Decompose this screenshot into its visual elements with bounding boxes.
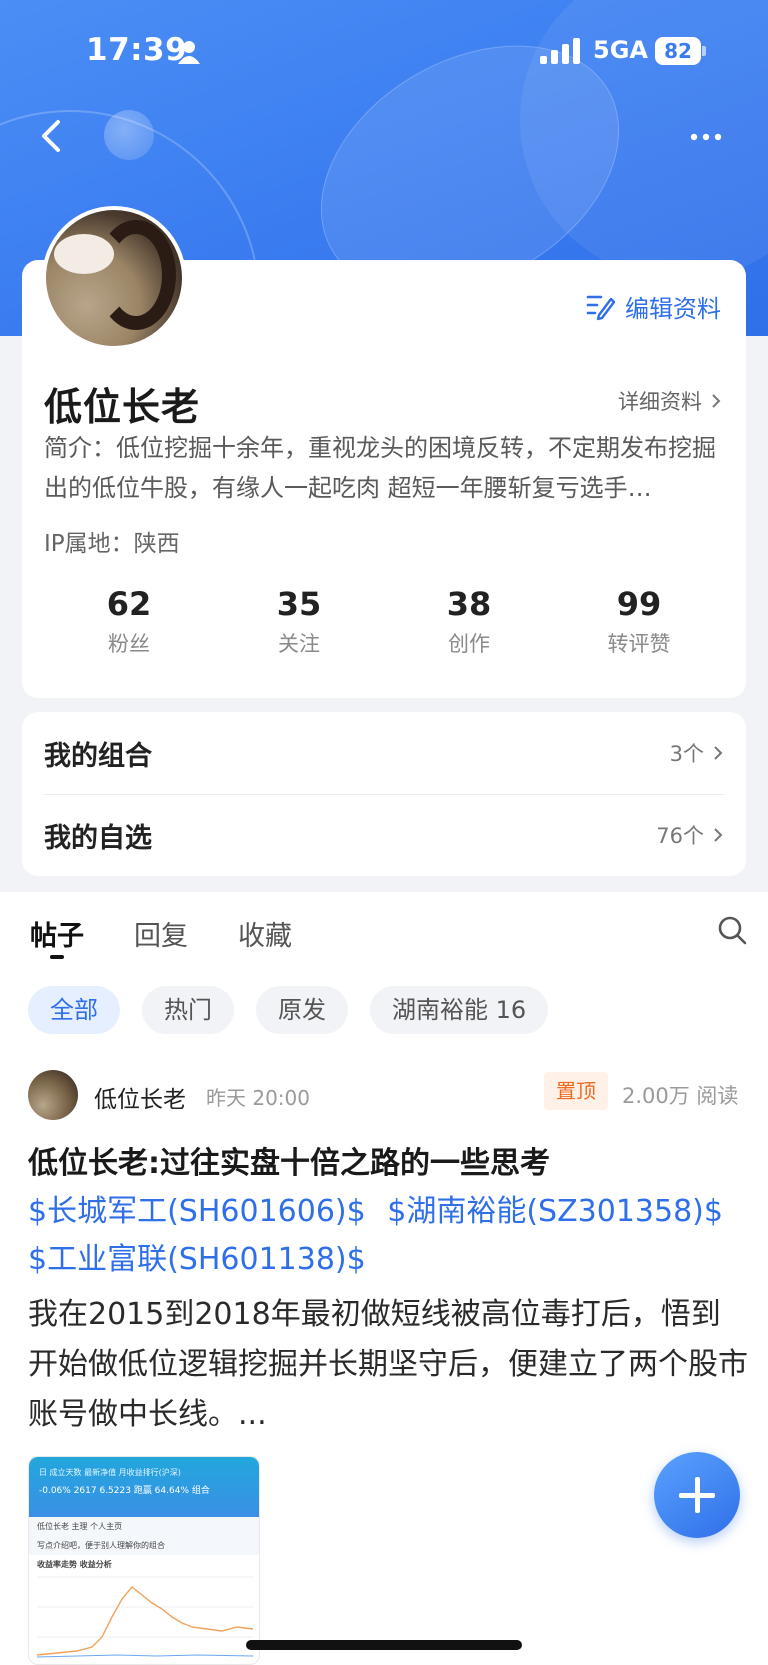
detail-info-link[interactable]: 详细资料 [618, 386, 722, 416]
tab-active-indicator [50, 955, 64, 959]
tab-favorites[interactable]: 收藏 [238, 914, 292, 953]
list-row-portfolio[interactable]: 我的组合 3个 [44, 712, 724, 794]
battery-tip [702, 46, 706, 56]
post-image-thumbnail[interactable]: 日 成立天数 最新净值 月收益排行(沪深) -0.06% 2617 6.5223… [28, 1456, 260, 1665]
stock-link[interactable]: $长城军工(SH601606)$ [28, 1194, 366, 1229]
stat-fans[interactable]: 62 粉丝 [44, 582, 214, 658]
my-lists-card: 我的组合 3个 我的自选 76个 [22, 712, 746, 876]
detail-info-label: 详细资料 [618, 390, 702, 414]
chip-original[interactable]: 原发 [256, 986, 348, 1034]
post-time: 昨天 20:00 [206, 1086, 310, 1110]
chip-all[interactable]: 全部 [28, 986, 120, 1034]
stat-value: 35 [276, 585, 322, 623]
list-row-watchlist[interactable]: 我的自选 76个 [44, 794, 724, 876]
list-row-count: 76个 [656, 824, 704, 848]
thumb-header-labels: 日 成立天数 最新净值 月收益排行(沪深) [39, 1468, 181, 1477]
list-row-title: 我的自选 [44, 822, 152, 854]
chevron-right-icon [714, 746, 723, 760]
ip-location: IP属地：陕西 [44, 531, 180, 557]
avatar[interactable] [42, 206, 186, 350]
edit-profile-label: 编辑资料 [625, 294, 721, 323]
person-icon [178, 41, 200, 64]
network-type: 5GA [593, 36, 648, 64]
edit-profile-button[interactable]: 编辑资料 [585, 289, 721, 323]
list-row-count: 3个 [669, 742, 704, 766]
status-bar: 17:39 5GA 82 [0, 0, 768, 100]
stat-creations[interactable]: 38 创作 [384, 582, 554, 658]
stat-value: 99 [616, 585, 662, 623]
stat-value: 38 [446, 585, 492, 623]
tab-replies[interactable]: 回复 [134, 914, 188, 953]
tab-posts[interactable]: 帖子 [30, 914, 84, 953]
stat-likes[interactable]: 99 转评赞 [554, 582, 724, 658]
stat-label: 关注 [278, 632, 320, 656]
add-post-button[interactable] [654, 1452, 740, 1538]
stat-label: 转评赞 [607, 632, 671, 656]
post-author[interactable]: 低位长老 [94, 1080, 186, 1114]
list-row-count-wrap: 3个 [670, 738, 724, 768]
thumb-header: 日 成立天数 最新净值 月收益排行(沪深) -0.06% 2617 6.5223… [29, 1457, 259, 1517]
post-stock-links: $长城军工(SH601606)$ $湖南裕能(SZ301358)$ $工业富联(… [28, 1188, 748, 1284]
thumb-note: 写点介绍吧，便于别人理解你的组合 [29, 1536, 259, 1555]
pinned-badge: 置顶 [544, 1072, 608, 1110]
stock-link[interactable]: $湖南裕能(SZ301358)$ [387, 1194, 723, 1229]
post-body[interactable]: 我在2015到2018年最初做短线被高位毒打后，悟到开始做低位逻辑挖掘并长期坚守… [28, 1290, 748, 1440]
back-arrow-icon[interactable] [34, 114, 70, 158]
post-title[interactable]: 低位长老:过往实盘十倍之路的一些思考 [28, 1138, 748, 1182]
thumb-header-values: -0.06% 2617 6.5223 跑赢 64.64% 组合 [39, 1486, 210, 1496]
chevron-right-icon [714, 828, 723, 842]
signal-icon [540, 38, 580, 64]
thumb-user: 低位长老 主理 个人主页 [29, 1517, 259, 1536]
home-indicator [246, 1640, 522, 1650]
more-icon[interactable] [686, 122, 726, 152]
chip-stock[interactable]: 湖南裕能 16 [370, 986, 549, 1034]
app-logo-icon [104, 110, 154, 160]
stock-link[interactable]: $工业富联(SH601138)$ [28, 1242, 366, 1277]
search-icon[interactable] [716, 914, 748, 946]
stat-following[interactable]: 35 关注 [214, 582, 384, 658]
list-row-title: 我的组合 [44, 740, 152, 772]
status-time: 17:39 [86, 32, 188, 68]
edit-icon [586, 295, 615, 321]
content-tabs: 帖子 回复 收藏 [0, 892, 768, 972]
stat-label: 创作 [448, 632, 490, 656]
list-row-count-wrap: 76个 [656, 820, 724, 850]
chevron-right-icon [712, 394, 721, 408]
stat-value: 62 [106, 585, 152, 623]
post-read-count: 2.00万 阅读 [622, 1084, 739, 1108]
profile-username: 低位长老 [44, 385, 201, 429]
stat-label: 粉丝 [108, 632, 150, 656]
filter-chips: 全部 热门 原发 湖南裕能 16 [28, 986, 549, 1034]
post-author-avatar[interactable] [28, 1070, 78, 1120]
profile-bio: 简介：低位挖掘十余年，重视龙头的困境反转，不定期发布挖掘出的低位牛股，有缘人一起… [44, 434, 716, 502]
thumb-chart-line [37, 1576, 253, 1658]
profile-stats: 62 粉丝 35 关注 38 创作 99 转评赞 [44, 582, 724, 658]
battery-icon: 82 [655, 37, 701, 65]
chip-hot[interactable]: 热门 [142, 986, 234, 1034]
